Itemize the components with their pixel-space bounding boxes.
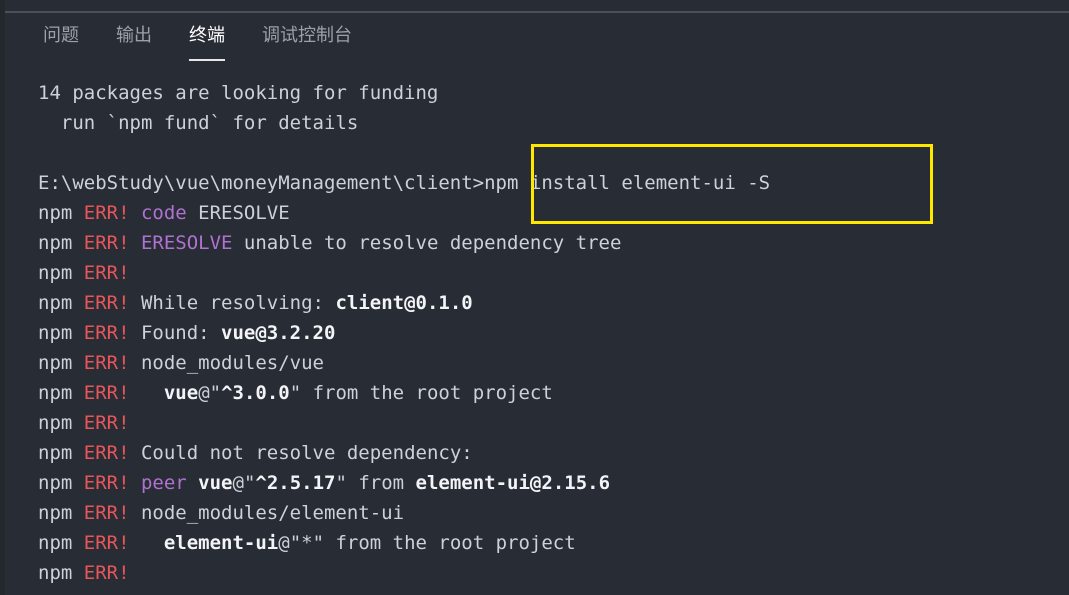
terminal-segment: 14 packages are looking for funding	[38, 82, 439, 104]
tab-3[interactable]: 调试控制台	[262, 22, 352, 50]
terminal-segment: ERR!	[83, 382, 141, 404]
terminal-line: npm ERR! node_modules/vue	[38, 348, 1069, 378]
terminal-segment: ERR!	[83, 232, 141, 254]
terminal-line: npm ERR!	[38, 408, 1069, 438]
terminal-segment: npm	[38, 412, 84, 434]
terminal-segment: code	[140, 202, 199, 224]
terminal-output[interactable]: 14 packages are looking for funding run …	[5, 78, 1069, 595]
terminal-segment: unable to resolve dependency tree	[232, 232, 622, 254]
terminal-line: npm ERR! Found: vue@3.2.20	[38, 318, 1069, 348]
terminal-segment: While resolving:	[140, 292, 336, 314]
terminal-segment: npm	[38, 502, 84, 524]
terminal-line: npm ERR! ERESOLVE unable to resolve depe…	[38, 228, 1069, 258]
terminal-segment: E:\webStudy\vue\moneyManagement\client>n…	[38, 172, 771, 194]
terminal-segment: npm	[38, 262, 84, 284]
terminal-line: 14 packages are looking for funding	[38, 78, 1069, 108]
terminal-segment: peer	[140, 472, 199, 494]
terminal-segment: ERR!	[83, 532, 141, 554]
terminal-line: npm ERR! Could not resolve dependency:	[38, 438, 1069, 468]
terminal-panel: 问题 输出 终端 调试控制台 14 packages are looking for …	[0, 0, 1069, 595]
terminal-segment: run `npm fund` for details	[38, 112, 359, 134]
terminal-segment: vue@3.2.20	[221, 322, 336, 344]
terminal-segment: client@0.1.0	[335, 292, 473, 314]
terminal-segment: npm	[38, 382, 84, 404]
tab-1[interactable]: 输出	[116, 22, 152, 50]
terminal-segment: Found:	[140, 322, 222, 344]
terminal-segment: npm	[38, 472, 84, 494]
tab-0[interactable]: 问题	[43, 22, 79, 50]
terminal-segment: ERESOLVE	[140, 232, 233, 254]
terminal-line: npm ERR!	[38, 258, 1069, 288]
terminal-segment: npm	[38, 202, 84, 224]
active-tab-underline	[189, 59, 225, 61]
terminal-segment: ^3.0.0	[221, 382, 290, 404]
terminal-segment: element-ui@2.15.6	[415, 472, 611, 494]
terminal-segment: " from the root project	[289, 382, 553, 404]
terminal-segment: npm	[38, 292, 84, 314]
terminal-segment: ERR!	[83, 502, 141, 524]
terminal-segment: @"	[198, 382, 222, 404]
tab-2-active[interactable]: 终端	[189, 22, 225, 61]
terminal-segment	[141, 382, 164, 404]
terminal-segment: ERR!	[83, 322, 141, 344]
terminal-line: npm ERR! peer vue@"^2.5.17" from element…	[38, 468, 1069, 498]
terminal-segment: " from	[335, 472, 416, 494]
terminal-segment: ERR!	[83, 472, 141, 494]
terminal-segment: vue	[163, 382, 199, 404]
terminal-segment: ERR!	[83, 412, 130, 434]
terminal-line: npm ERR! element-ui@"*" from the root pr…	[38, 528, 1069, 558]
terminal-line: npm ERR! vue@"^3.0.0" from the root proj…	[38, 378, 1069, 408]
terminal-line: npm ERR!	[38, 558, 1069, 588]
terminal-line: npm ERR! node_modules/element-ui	[38, 498, 1069, 528]
terminal-segment: @"	[232, 472, 256, 494]
terminal-segment: npm	[38, 232, 84, 254]
terminal-segment: node_modules/vue	[140, 352, 324, 374]
terminal-segment: npm	[38, 562, 84, 584]
terminal-line: npm ERR! While resolving: client@0.1.0	[38, 288, 1069, 318]
terminal-segment: @"*" from the root project	[278, 532, 576, 554]
terminal-line: run `npm fund` for details	[38, 108, 1069, 138]
terminal-segment: ERR!	[83, 292, 141, 314]
terminal-line: npm ERR! code ERESOLVE	[38, 198, 1069, 228]
terminal-line: E:\webStudy\vue\moneyManagement\client>n…	[38, 168, 1069, 198]
terminal-segment: element-ui	[163, 532, 279, 554]
terminal-segment: npm	[38, 352, 84, 374]
terminal-segment: ERR!	[83, 262, 130, 284]
terminal-segment: npm	[38, 532, 84, 554]
terminal-segment: npm	[38, 442, 84, 464]
panel-top-divider	[5, 11, 1069, 13]
terminal-segment: Could not resolve dependency:	[140, 442, 473, 464]
terminal-segment: ERR!	[83, 562, 130, 584]
terminal-segment: ERR!	[83, 202, 141, 224]
terminal-segment: npm	[38, 322, 84, 344]
terminal-segment: ERR!	[83, 442, 141, 464]
terminal-segment	[141, 532, 164, 554]
panel-tab-bar: 问题 输出 终端 调试控制台	[5, 22, 1069, 64]
terminal-segment: node_modules/element-ui	[140, 502, 405, 524]
terminal-segment: vue	[198, 472, 233, 494]
terminal-segment: ERR!	[83, 352, 141, 374]
terminal-segment: ERESOLVE	[198, 202, 290, 224]
terminal-segment: ^2.5.17	[255, 472, 336, 494]
